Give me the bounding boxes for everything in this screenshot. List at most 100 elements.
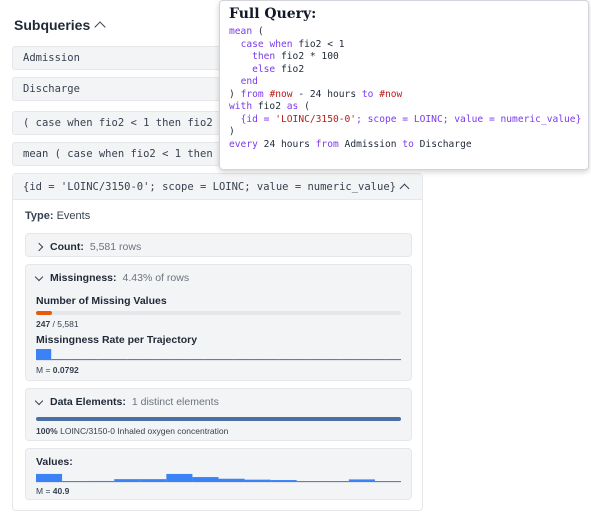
count-card[interactable]: Count: 5,581 rows bbox=[25, 233, 412, 257]
missingness-title[interactable]: Missingness: 4.43% of rows bbox=[34, 272, 189, 284]
missingness-rate-histogram-bar bbox=[203, 359, 219, 360]
code-line: with fio2 as ( bbox=[229, 101, 581, 114]
values-mean: M = 40.9 bbox=[36, 486, 69, 496]
missingness-rate-histogram bbox=[36, 349, 401, 361]
missingness-rate-histogram-bar bbox=[96, 359, 113, 360]
count-value: 5,581 rows bbox=[89, 241, 142, 253]
values-histogram-bar bbox=[166, 473, 193, 482]
missingness-rate-histogram-bar bbox=[385, 359, 401, 360]
type-label: Type: bbox=[25, 210, 54, 222]
missing-values-title: Number of Missing Values bbox=[36, 295, 167, 307]
missingness-rate-histogram-bar bbox=[309, 359, 325, 360]
missingness-rate-histogram-bar bbox=[294, 359, 310, 360]
values-mean-value: 40.9 bbox=[52, 486, 70, 496]
data-elements-title[interactable]: Data Elements: 1 distinct elements bbox=[34, 396, 219, 408]
missingness-rate-histogram-bar bbox=[157, 359, 173, 360]
missing-total: / 5,581 bbox=[50, 319, 79, 329]
count-label: Count: bbox=[50, 241, 84, 253]
code-token: {id = bbox=[240, 113, 276, 125]
code-line: mean ( bbox=[229, 26, 581, 39]
data-elements-fill bbox=[36, 417, 401, 421]
missingness-rate-histogram-bar bbox=[355, 359, 371, 360]
subquery-detail-panel: {id = 'LOINC/3150-0'; scope = LOINC; val… bbox=[12, 173, 423, 511]
full-query-code: mean ( case when fio2 < 1 then fio2 * 10… bbox=[229, 26, 581, 151]
code-token: ) bbox=[229, 126, 235, 137]
values-histogram-bar bbox=[348, 479, 375, 482]
code-token: Discharge bbox=[413, 138, 472, 150]
code-token: 'LOINC/3150-0' bbox=[275, 113, 357, 125]
missingness-rate-histogram-bar bbox=[112, 359, 128, 360]
subquery-detail-header[interactable]: {id = 'LOINC/3150-0'; scope = LOINC; val… bbox=[13, 174, 422, 200]
code-token: end bbox=[240, 76, 258, 87]
data-elements-card: Data Elements: 1 distinct elements 100% … bbox=[25, 388, 412, 441]
missingness-rate-histogram-bar bbox=[142, 359, 158, 360]
missingness-rate-histogram-bar bbox=[188, 359, 204, 360]
full-query-tooltip: Full Query: mean ( case when fio2 < 1 th… bbox=[219, 0, 589, 170]
missingness-rate-histogram-bar bbox=[81, 359, 97, 360]
data-elements-label: Data Elements: bbox=[50, 396, 126, 408]
chevron-up-icon bbox=[94, 21, 106, 33]
missingness-card: Missingness: 4.43% of rows Number of Mis… bbox=[25, 264, 412, 381]
code-line: else fio2 bbox=[229, 64, 581, 77]
code-token: ) bbox=[229, 88, 241, 100]
missingness-rate-histogram-bar bbox=[279, 359, 295, 360]
code-token: - 24 hours bbox=[292, 88, 362, 100]
values-histogram-bar bbox=[244, 479, 271, 482]
missing-values-fill bbox=[36, 311, 53, 315]
full-query-title: Full Query: bbox=[229, 6, 317, 22]
missingness-rate-histogram-bar bbox=[51, 359, 67, 360]
chevron-up-icon bbox=[399, 183, 410, 194]
code-token: with bbox=[229, 101, 253, 112]
missingness-rate-histogram-bar bbox=[264, 359, 280, 360]
data-elements-track bbox=[36, 417, 401, 421]
values-card: Values: M = 40.9 bbox=[25, 448, 412, 500]
missingness-rate-histogram-bar bbox=[340, 359, 356, 360]
missingness-rate-histogram-bar bbox=[370, 359, 386, 360]
code-token: else bbox=[252, 63, 276, 75]
values-histogram-bar bbox=[322, 481, 349, 482]
values-histogram-bar bbox=[36, 473, 63, 482]
type-value: Events bbox=[56, 210, 91, 222]
code-token: ( bbox=[298, 101, 310, 112]
missingness-rate-title: Missingness Rate per Trajectory bbox=[36, 334, 198, 346]
code-token: case when bbox=[240, 38, 293, 50]
code-token: fio2 < 1 bbox=[292, 38, 345, 50]
code-token: from bbox=[315, 138, 339, 150]
code-token: to bbox=[402, 138, 414, 150]
code-token: #now bbox=[379, 88, 403, 100]
missingness-rate-histogram-bar bbox=[248, 359, 265, 360]
data-elements-value: 1 distinct elements bbox=[131, 396, 219, 408]
code-token: every bbox=[229, 138, 258, 150]
values-histogram-bar bbox=[270, 480, 297, 482]
code-token: to bbox=[361, 88, 374, 100]
missingness-rate-histogram-bar bbox=[233, 359, 249, 360]
code-token: 24 hours bbox=[257, 138, 316, 150]
type-line: Type: Events bbox=[25, 210, 90, 222]
values-label: Values: bbox=[36, 456, 73, 468]
chevron-down-icon bbox=[34, 272, 44, 281]
code-line: end bbox=[229, 76, 581, 89]
subqueries-title: Subqueries bbox=[14, 17, 91, 33]
code-token: then bbox=[252, 51, 276, 62]
values-histogram-bar bbox=[62, 481, 89, 482]
missingness-mean: M = 0.0792 bbox=[36, 365, 79, 375]
values-histogram-bar bbox=[296, 481, 323, 482]
missingness-mean-value: 0.0792 bbox=[52, 365, 79, 375]
missing-values-count: 247 / 5,581 bbox=[36, 319, 79, 329]
values-histogram bbox=[36, 473, 401, 483]
missing-count: 247 bbox=[36, 319, 51, 329]
values-title: Values: bbox=[36, 456, 73, 468]
chevron-right-icon bbox=[34, 242, 44, 252]
values-histogram-bar bbox=[192, 477, 219, 482]
values-histogram-bar bbox=[88, 480, 115, 482]
count-title: Count: 5,581 rows bbox=[34, 241, 142, 253]
missing-values-track bbox=[36, 311, 401, 315]
data-element-row: 100% LOINC/3150-0 Inhaled oxygen concent… bbox=[36, 426, 228, 436]
subqueries-toggle[interactable]: Subqueries bbox=[14, 14, 106, 36]
code-line: {id = 'LOINC/3150-0'; scope = LOINC; val… bbox=[229, 113, 582, 127]
